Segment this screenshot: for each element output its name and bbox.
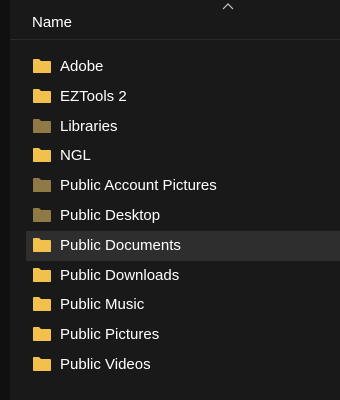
file-row[interactable]: Public Downloads <box>10 261 340 291</box>
file-row[interactable]: Public Pictures <box>10 320 340 350</box>
file-name: Public Documents <box>60 236 181 254</box>
file-name: Libraries <box>60 117 118 135</box>
file-name: Public Pictures <box>60 326 160 344</box>
column-header-name[interactable]: Name <box>32 14 72 31</box>
folder-icon <box>33 267 51 282</box>
folder-icon <box>33 148 51 163</box>
file-row[interactable]: Adobe <box>10 52 340 82</box>
file-name: Adobe <box>60 58 104 75</box>
file-row[interactable]: Libraries <box>10 112 340 142</box>
file-row[interactable]: Public Account Pictures <box>10 171 340 201</box>
file-row[interactable]: Public Videos <box>10 350 340 380</box>
special-folder-icon <box>33 118 51 133</box>
special-folder-icon <box>33 207 51 222</box>
column-header-row: Name <box>10 0 340 40</box>
file-row[interactable]: EZTools 2 <box>10 82 340 112</box>
file-name: EZTools 2 <box>60 87 127 105</box>
folder-icon <box>33 59 51 73</box>
folder-icon <box>33 327 51 342</box>
file-row[interactable]: Public Music <box>10 290 340 320</box>
file-name: Public Music <box>60 296 145 314</box>
left-pane-edge <box>0 0 10 400</box>
file-explorer-list: Name Adobe EZTools 2 Libraries NGL Public Ac… <box>0 0 340 400</box>
folder-icon <box>33 237 51 252</box>
folder-icon <box>33 356 51 371</box>
file-name: Public Videos <box>60 355 151 373</box>
folder-icon <box>33 297 51 312</box>
file-list: Adobe EZTools 2 Libraries NGL Public Account… <box>10 52 340 380</box>
file-name: NGL <box>60 147 91 165</box>
file-row[interactable]: Public Desktop <box>10 201 340 231</box>
file-name: Public Account Pictures <box>60 177 217 195</box>
file-name: Public Desktop <box>60 206 161 224</box>
file-row[interactable]: Public Documents <box>26 230 340 261</box>
file-row[interactable]: NGL <box>10 141 340 171</box>
folder-icon <box>33 88 51 103</box>
file-name: Public Downloads <box>60 266 180 284</box>
sort-ascending-icon <box>222 3 234 10</box>
special-folder-icon <box>33 178 51 193</box>
